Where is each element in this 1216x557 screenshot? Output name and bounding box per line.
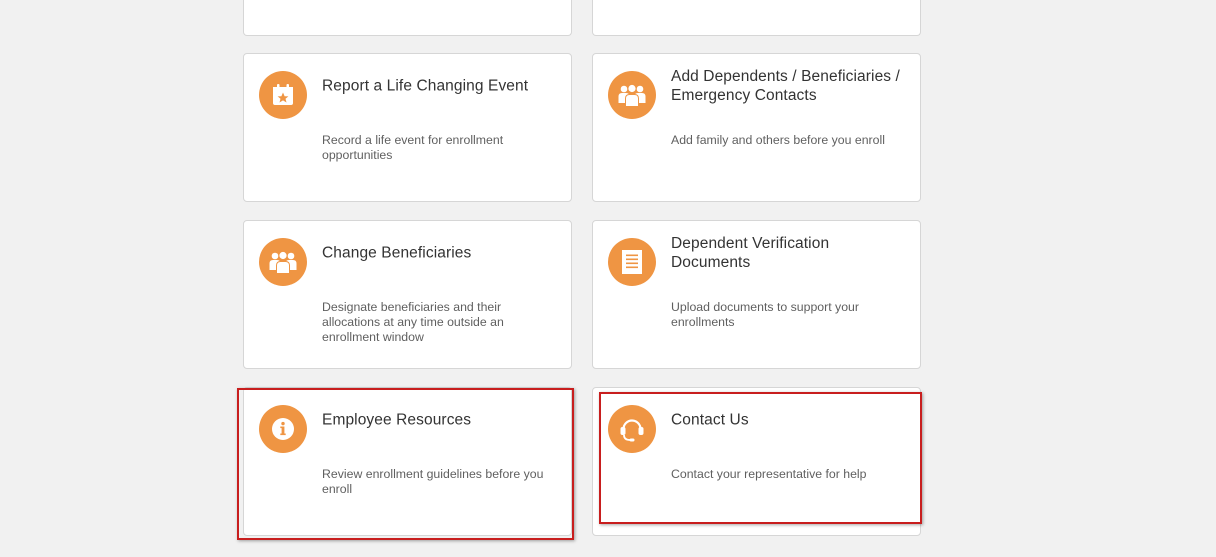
tile-description: Add family and others before you enroll xyxy=(671,133,885,147)
tile-change-beneficiaries[interactable]: Change Beneficiaries Designate beneficia… xyxy=(243,220,572,369)
tile-add-dependents[interactable]: Add Dependents / Beneficiaries / Emergen… xyxy=(592,53,921,202)
tile-partial-right[interactable] xyxy=(592,0,921,36)
tile-dependent-verification[interactable]: Dependent Verification Documents Upload … xyxy=(592,220,921,369)
tile-description: Designate beneficiaries and their alloca… xyxy=(322,300,504,344)
tile-contact-us[interactable]: Contact Us Contact your representative f… xyxy=(592,387,921,536)
calendar-star-icon xyxy=(259,71,307,119)
tile-description: Upload documents to support your enrollm… xyxy=(671,300,859,329)
tile-title[interactable]: Change Beneficiaries xyxy=(322,244,557,263)
headset-icon xyxy=(608,405,656,453)
tile-partial-left[interactable] xyxy=(243,0,572,36)
tile-title[interactable]: Employee Resources xyxy=(322,411,557,430)
document-icon xyxy=(608,238,656,286)
people-group-icon xyxy=(259,238,307,286)
people-group-icon xyxy=(608,71,656,119)
tile-description: Record a life event for enrollment oppor… xyxy=(322,133,504,162)
tile-description: Contact your representative for help xyxy=(671,467,867,481)
tile-employee-resources[interactable]: Employee Resources Review enrollment gui… xyxy=(243,387,572,536)
tile-title[interactable]: Add Dependents / Beneficiaries / Emergen… xyxy=(671,67,906,105)
tile-title[interactable]: Report a Life Changing Event xyxy=(322,77,557,96)
tile-report-life-event[interactable]: Report a Life Changing Event Record a li… xyxy=(243,53,572,202)
tile-title[interactable]: Dependent Verification Documents xyxy=(671,234,906,272)
tile-title[interactable]: Contact Us xyxy=(671,411,906,430)
info-icon xyxy=(259,405,307,453)
tile-description: Review enrollment guidelines before you … xyxy=(322,467,544,496)
